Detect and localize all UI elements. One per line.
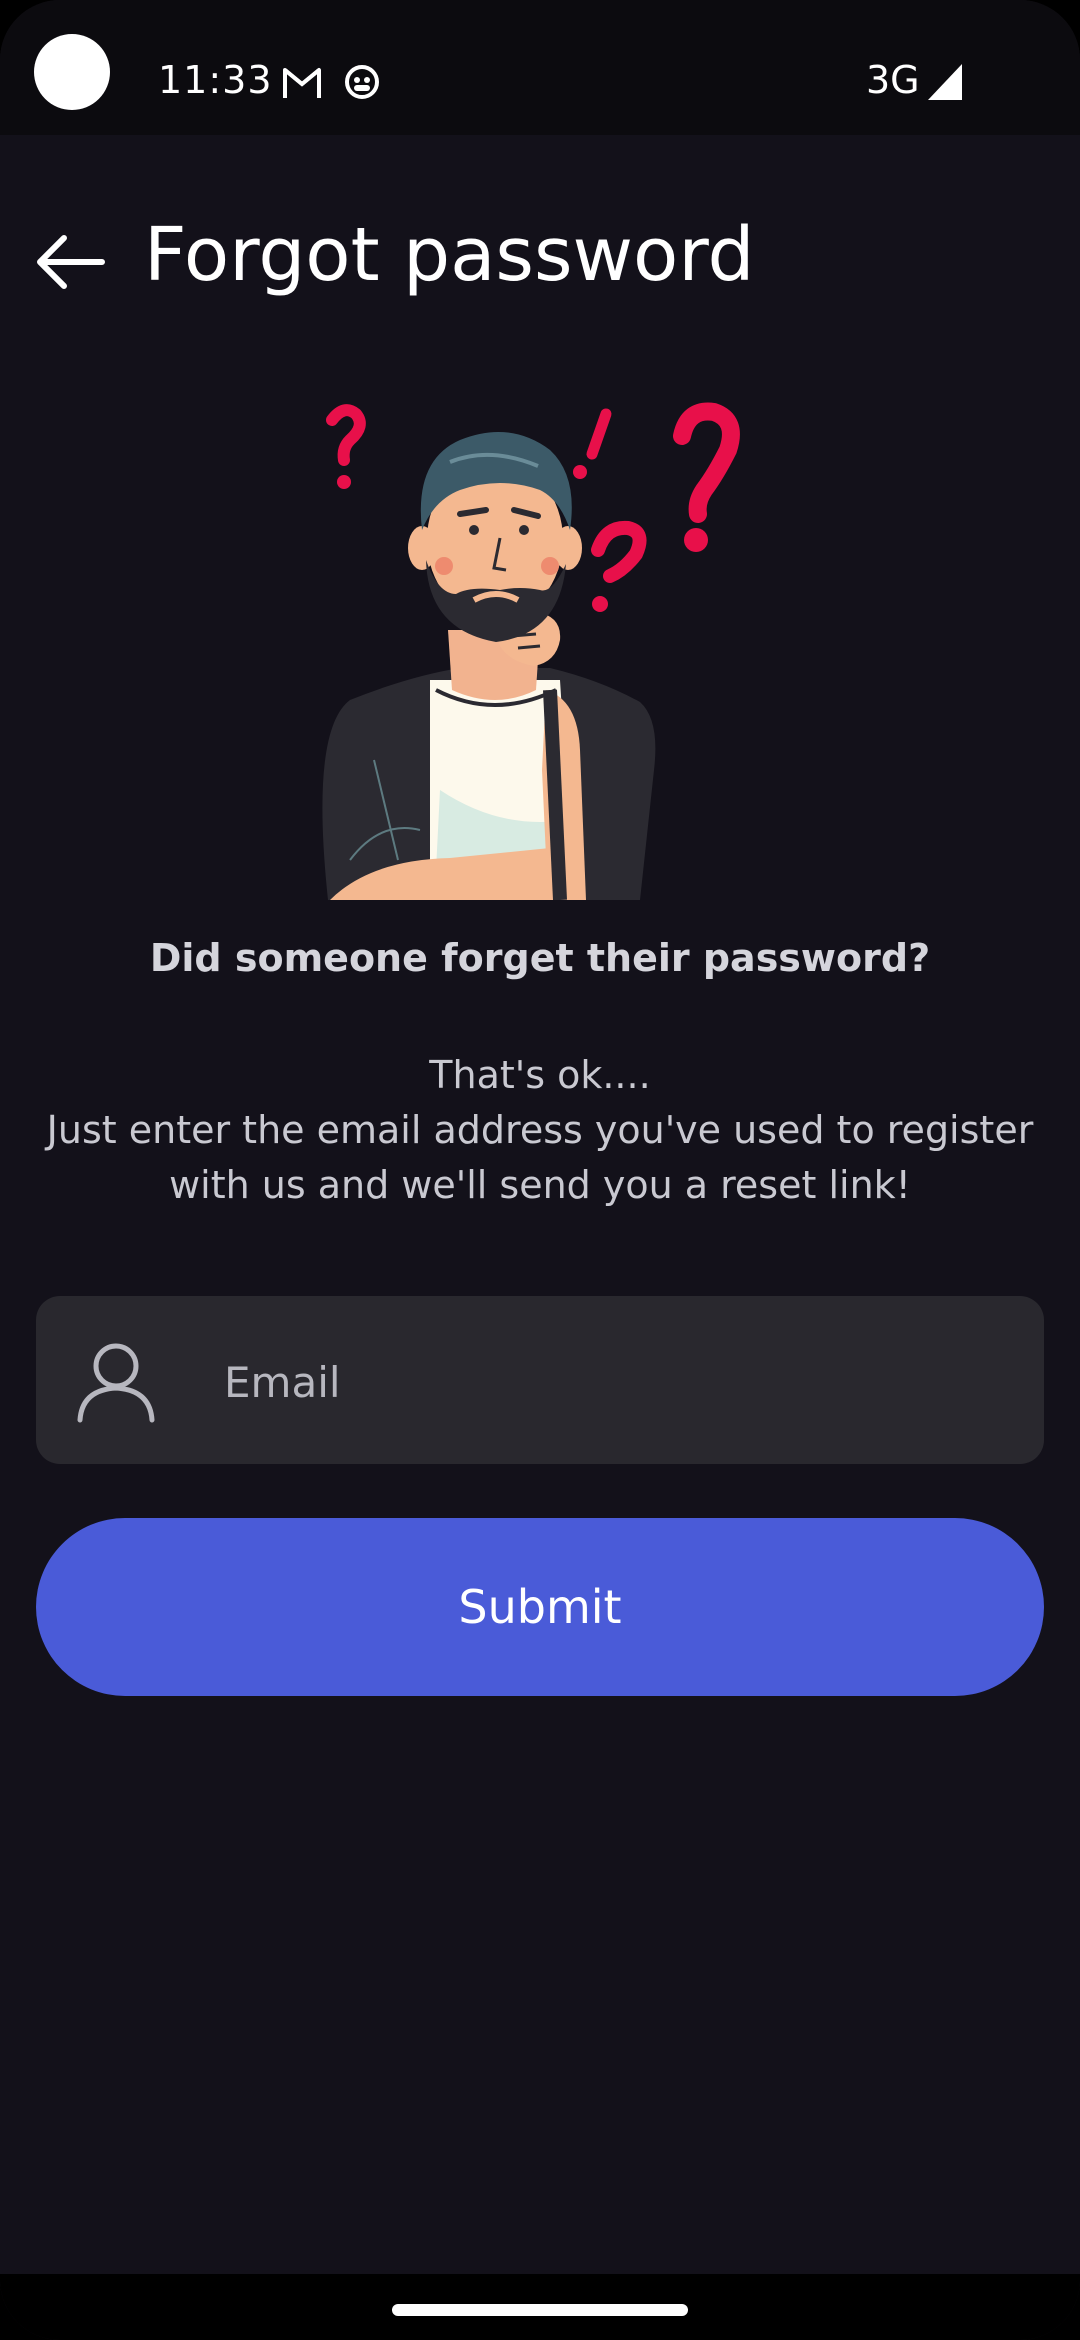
arrow-left-icon xyxy=(37,235,105,289)
status-bar: 11:33 3G xyxy=(0,0,1080,135)
question-mark-right-icon xyxy=(673,402,740,523)
app-notification-icon xyxy=(345,65,379,99)
exclamation-icon xyxy=(573,408,612,479)
instructions-line-2: Just enter the email address you've used… xyxy=(46,1108,1034,1207)
network-type: 3G xyxy=(866,58,920,102)
question-mark-left-icon xyxy=(326,404,366,466)
email-input[interactable] xyxy=(224,1342,1004,1422)
home-indicator[interactable] xyxy=(392,2304,688,2316)
question-mark-mid-icon xyxy=(591,520,647,583)
status-time: 11:33 xyxy=(158,58,273,102)
signal-icon xyxy=(928,64,962,100)
forgot-password-screen: 11:33 3G Forgot password Did someone for… xyxy=(0,0,1080,2340)
instructions-line-1: That's ok.... xyxy=(429,1053,651,1097)
headline-question: Did someone forget their password? xyxy=(149,936,931,980)
gmail-icon xyxy=(283,68,321,98)
back-button[interactable] xyxy=(30,226,110,298)
submit-button[interactable]: Submit xyxy=(36,1518,1044,1696)
instructions-text: That's ok.... Just enter the email addre… xyxy=(30,1048,1050,1213)
page-title: Forgot password xyxy=(144,212,755,298)
person-icon xyxy=(77,1343,155,1423)
confused-man-illustration xyxy=(322,402,740,900)
camera-cutout xyxy=(34,34,110,110)
